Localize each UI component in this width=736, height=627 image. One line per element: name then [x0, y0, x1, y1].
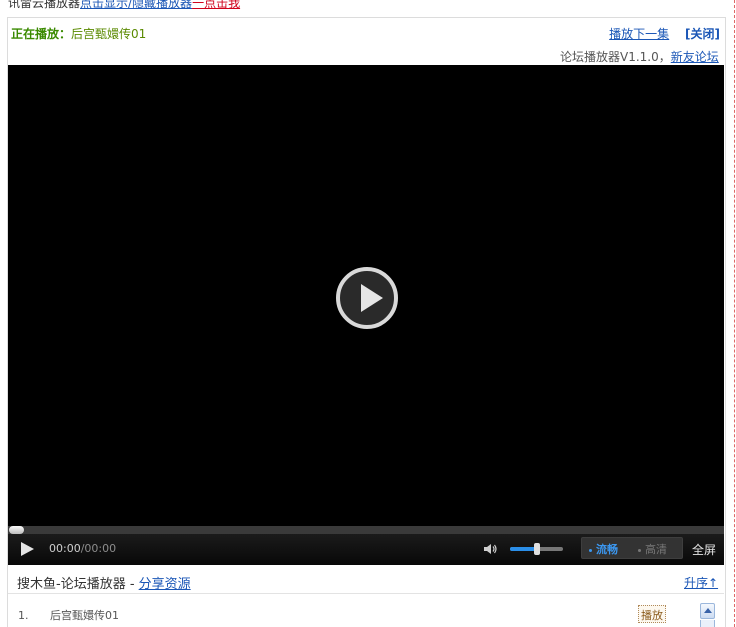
volume-fill [510, 547, 537, 551]
top-prefix: 讯雷云播放器 [8, 0, 81, 10]
playlist-item-title: 后宫甄嬛传01 [50, 609, 119, 622]
fullscreen-button[interactable]: 全屏 [692, 541, 716, 558]
sort-ascending-link[interactable]: 升序↑ [684, 574, 718, 591]
progress-bar[interactable] [8, 526, 724, 534]
play-icon[interactable] [21, 542, 34, 556]
version-line: 论坛播放器V1.1.0，新友论坛 [560, 48, 726, 65]
now-playing-title: 后宫甄嬛传01 [71, 27, 147, 41]
quality-smooth-option[interactable]: 流畅 [589, 541, 618, 557]
volume-knob[interactable] [534, 543, 540, 555]
playlist-item-index: 1. [18, 609, 29, 622]
time-total: 00:00 [84, 542, 117, 555]
progress-knob[interactable] [9, 526, 24, 534]
toggle-player-link[interactable]: 点击显示/隐藏播放器 [80, 0, 192, 10]
share-resource-link[interactable]: 分享资源 [139, 577, 191, 592]
quality-hd-label: 高清 [645, 543, 667, 556]
now-playing-label: 正在播放： [11, 27, 72, 41]
playlist-header: 搜木鱼-论坛播放器 - 分享资源 [17, 573, 191, 592]
scroll-up-icon[interactable] [700, 603, 715, 619]
page-divider [734, 0, 735, 627]
playlist-item[interactable]: 1. 后宫甄嬛传01 [18, 607, 119, 623]
volume-slider[interactable] [510, 543, 563, 555]
player-actions: 播放下一集 [关闭] [597, 25, 720, 42]
forum-link[interactable]: 新友论坛 [671, 50, 719, 64]
time-display: 00:00/00:00 [49, 542, 116, 555]
playlist-divider [8, 593, 724, 594]
playlist-title: 搜木鱼-论坛播放器 - [17, 577, 139, 592]
quality-switch: 流畅 高清 [581, 537, 683, 559]
play-episode-button[interactable]: 播放 [638, 605, 666, 623]
close-link[interactable]: [关闭] [685, 27, 720, 41]
quality-hd-option[interactable]: 高清 [638, 541, 667, 557]
now-playing: 正在播放：后宫甄嬛传01 [11, 25, 146, 42]
big-play-icon[interactable] [336, 267, 398, 329]
scrollbar-track[interactable] [700, 620, 715, 627]
next-episode-link[interactable]: 播放下一集 [609, 27, 669, 41]
control-bar: 00:00/00:00 流畅 高清 全屏 [8, 534, 724, 565]
click-me-link[interactable]: 一点击我 [192, 0, 240, 10]
version-text: 论坛播放器V1.1.0， [560, 50, 671, 64]
time-current: 00:00 [49, 542, 81, 555]
quality-smooth-label: 流畅 [596, 543, 618, 556]
video-player[interactable]: 00:00/00:00 流畅 高清 全屏 [8, 65, 724, 565]
volume-icon[interactable] [482, 541, 498, 557]
top-bar: 讯雷云播放器点击显示/隐藏播放器一点击我 [8, 0, 240, 11]
